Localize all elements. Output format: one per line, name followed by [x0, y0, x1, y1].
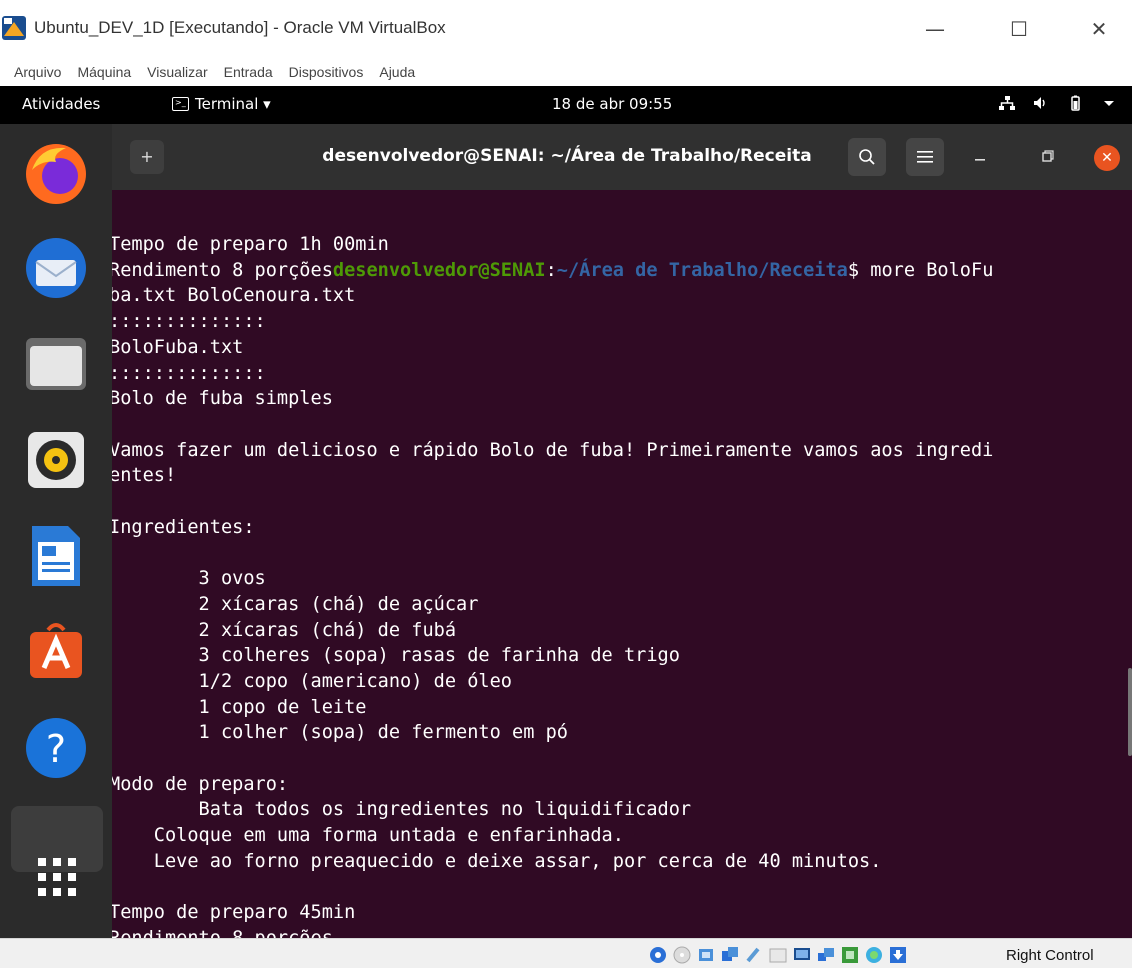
- volume-icon: [1034, 97, 1045, 109]
- show-apps-icon[interactable]: [36, 856, 78, 898]
- terminal-line: Bolo de fuba simples: [112, 388, 333, 410]
- virtualbox-statusbar: Right Control: [0, 938, 1132, 968]
- files-icon[interactable]: [22, 330, 90, 398]
- shared-folders-icon[interactable]: [768, 945, 788, 965]
- window-minimize-button[interactable]: —: [912, 10, 958, 48]
- terminal-small-icon: >_: [172, 97, 189, 111]
- close-icon: ✕: [1101, 150, 1113, 166]
- terminal-line: 2 xícaras (chá) de açúcar: [112, 593, 479, 615]
- cpu-icon[interactable]: [840, 945, 860, 965]
- terminal-line: 1/2 copo (americano) de óleo: [112, 670, 512, 692]
- terminal-line: Tempo de preparo 1h 00min: [112, 234, 389, 255]
- usb-icon[interactable]: [744, 945, 764, 965]
- mouse-integration-icon[interactable]: [864, 945, 884, 965]
- ubuntu-topbar: Atividades >_ Terminal ▾ 18 de abr 09:55: [0, 86, 1132, 124]
- software-icon[interactable]: [22, 618, 90, 686]
- app-menu-terminal[interactable]: >_ Terminal ▾: [172, 95, 271, 113]
- prompt-separator: :: [545, 259, 557, 281]
- window-maximize-button[interactable]: ☐: [996, 10, 1042, 48]
- search-icon: [859, 149, 875, 165]
- terminal-line: ::::::::::::::: [112, 311, 266, 333]
- terminal-line: ba.txt BoloCenoura.txt: [112, 285, 356, 307]
- terminal-line: Tempo de preparo 45min: [112, 902, 356, 924]
- chevron-down-icon: [1104, 101, 1114, 106]
- menu-entrada[interactable]: Entrada: [216, 58, 281, 86]
- virtualbox-menubar: Arquivo Máquina Visualizar Entrada Dispo…: [0, 58, 1132, 86]
- hamburger-icon: [917, 151, 933, 163]
- window-titlebar: Ubuntu_DEV_1D [Executando] - Oracle VM V…: [0, 0, 1132, 58]
- firefox-icon[interactable]: [22, 140, 90, 208]
- prompt-path: ~/Área de Trabalho/Receita: [556, 259, 848, 281]
- help-icon[interactable]: ?: [22, 714, 90, 782]
- virtualbox-logo-icon: [2, 16, 26, 40]
- thunderbird-icon[interactable]: [22, 234, 90, 302]
- minimize-icon[interactable]: [970, 146, 990, 166]
- terminal-line: 1 colher (sopa) de fermento em pó: [112, 722, 568, 744]
- maximize-icon[interactable]: [1040, 148, 1056, 164]
- display-icon[interactable]: [792, 945, 812, 965]
- terminal-headerbar: + desenvolvedor@SENAI: ~/Área de Trabalh…: [112, 124, 1132, 190]
- terminal-line: Modo de preparo:: [112, 773, 289, 795]
- hard-disk-icon[interactable]: [648, 945, 668, 965]
- terminal-line: 3 ovos: [112, 568, 266, 590]
- menu-button[interactable]: [906, 138, 944, 176]
- prompt-user: desenvolvedor@SENAI: [332, 259, 546, 281]
- svg-text:?: ?: [46, 727, 66, 771]
- terminal-line: Leve ao forno preaquecido e deixe assar,…: [112, 850, 882, 872]
- clock[interactable]: 18 de abr 09:55: [552, 95, 672, 113]
- status-icons: [648, 945, 908, 965]
- terminal-output[interactable]: Tempo de preparo 1h 00min Rendimento 8 p…: [112, 190, 1132, 938]
- terminal-command: $ more BoloFu: [847, 259, 994, 281]
- window-close-button[interactable]: ✕: [1076, 10, 1122, 48]
- host-key-label: Right Control: [1006, 947, 1094, 964]
- terminal-line: entes!: [112, 465, 177, 487]
- network-icon: [999, 96, 1015, 110]
- terminal-line: 1 copo de leite: [112, 696, 367, 718]
- terminal-line: Coloque em uma forma untada e enfarinhad…: [112, 825, 624, 847]
- libreoffice-writer-icon[interactable]: [22, 522, 90, 590]
- terminal-line: Rendimento 8 porções: [112, 928, 333, 938]
- menu-arquivo[interactable]: Arquivo: [6, 58, 69, 86]
- scrollbar[interactable]: [1128, 668, 1132, 756]
- app-menu-label: Terminal ▾: [195, 95, 271, 113]
- system-tray[interactable]: [998, 94, 1118, 112]
- terminal-line: Rendimento 8 porções: [112, 259, 333, 281]
- window-title: Ubuntu_DEV_1D [Executando] - Oracle VM V…: [34, 18, 446, 37]
- terminal-line: Vamos fazer um delicioso e rápido Bolo d…: [112, 439, 994, 461]
- terminal-line: 3 colheres (sopa) rasas de farinha de tr…: [112, 645, 680, 667]
- optical-drive-icon[interactable]: [672, 945, 692, 965]
- menu-ajuda[interactable]: Ajuda: [371, 58, 423, 86]
- terminal-line: ::::::::::::::: [112, 362, 266, 384]
- recording-icon[interactable]: [816, 945, 836, 965]
- terminal-line: BoloFuba.txt: [112, 336, 244, 358]
- search-button[interactable]: [848, 138, 886, 176]
- rhythmbox-icon[interactable]: [22, 426, 90, 494]
- ubuntu-dock: ?: [0, 124, 112, 938]
- menu-maquina[interactable]: Máquina: [69, 58, 139, 86]
- activities-button[interactable]: Atividades: [22, 95, 100, 113]
- menu-dispositivos[interactable]: Dispositivos: [281, 58, 372, 86]
- menu-visualizar[interactable]: Visualizar: [139, 58, 215, 86]
- terminal-line: 2 xícaras (chá) de fubá: [112, 619, 457, 641]
- keyboard-capture-icon[interactable]: [888, 945, 908, 965]
- terminal-line: Ingredientes:: [112, 516, 255, 538]
- audio-icon[interactable]: [696, 945, 716, 965]
- close-button[interactable]: ✕: [1094, 145, 1120, 171]
- network-adapter-icon[interactable]: [720, 945, 740, 965]
- battery-icon: [1071, 95, 1080, 111]
- terminal-line: Bata todos os ingredientes no liquidific…: [112, 799, 692, 821]
